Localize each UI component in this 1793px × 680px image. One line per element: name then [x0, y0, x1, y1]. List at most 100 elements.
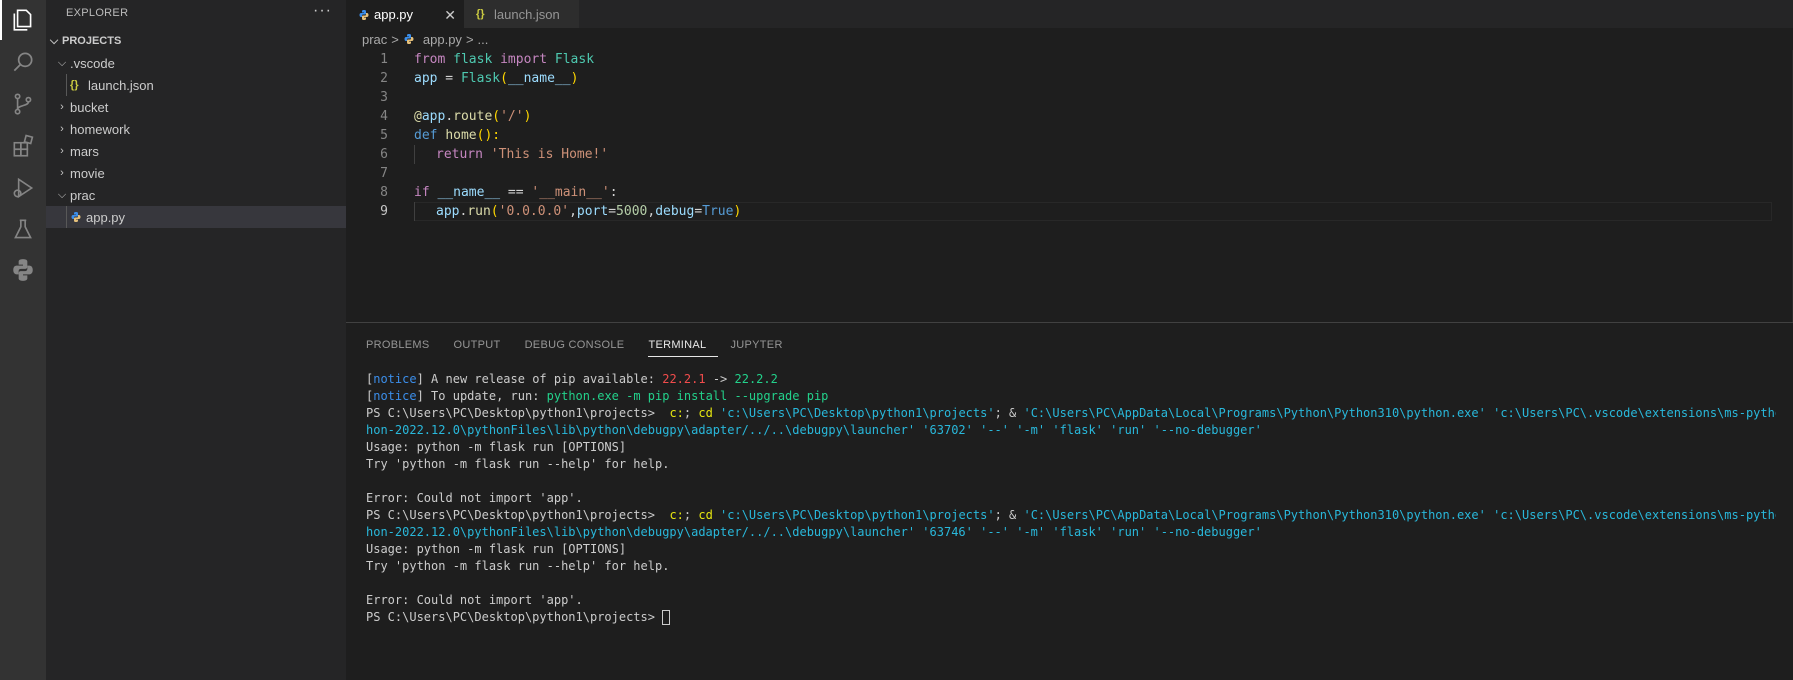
tab-launch-json[interactable]: {} launch.json	[464, 0, 579, 28]
tab-app-py[interactable]: app.py ✕	[346, 0, 464, 28]
line-number: 7	[380, 166, 388, 181]
tab-terminal[interactable]: TERMINAL	[648, 333, 719, 357]
tree-label: movie	[70, 165, 105, 181]
close-icon[interactable]: ✕	[444, 7, 456, 24]
indent-guide	[414, 202, 415, 221]
panel-tabs: PROBLEMS OUTPUT DEBUG CONSOLE TERMINAL J…	[366, 333, 807, 357]
extensions-icon[interactable]	[0, 126, 46, 166]
code-editor[interactable]: 1 from flask import Flask 2 app = Flask(…	[346, 50, 1793, 322]
code-text: @app.route('/')	[414, 109, 532, 124]
python-file-icon	[358, 9, 374, 21]
code-text: return 'This is Home!'	[436, 147, 609, 162]
indent-guide	[66, 206, 67, 228]
terminal-line: hon-2022.12.0\pythonFiles\lib\python\deb…	[366, 423, 1262, 437]
section-projects[interactable]: ⌵ PROJECTS	[46, 30, 346, 52]
line-number: 5	[380, 128, 388, 143]
source-control-icon[interactable]	[0, 84, 46, 124]
tree-folder-bucket[interactable]: › bucket	[46, 96, 346, 118]
terminal-line: hon-2022.12.0\pythonFiles\lib\python\deb…	[366, 525, 1262, 539]
tab-debug-console[interactable]: DEBUG CONSOLE	[525, 333, 637, 357]
breadcrumb: prac > app.py > ...	[346, 28, 488, 50]
line-number: 1	[380, 52, 388, 67]
explorer-icon[interactable]	[0, 0, 46, 40]
breadcrumb-folder[interactable]: prac	[362, 32, 387, 47]
tree-folder-mars[interactable]: › mars	[46, 140, 346, 162]
tab-jupyter[interactable]: JUPYTER	[730, 333, 794, 357]
tree-file-app-py[interactable]: app.py	[46, 206, 346, 228]
tree-folder-homework[interactable]: › homework	[46, 118, 346, 140]
indent-guide	[66, 74, 67, 96]
breadcrumb-separator: >	[391, 31, 399, 47]
chevron-right-icon: ›	[60, 167, 64, 179]
code-line-current: 9 app.run('0.0.0.0',port=5000,debug=True…	[346, 202, 1793, 221]
tree-label: prac	[70, 187, 96, 203]
tree-label: .vscode	[70, 55, 115, 71]
terminal-line: [notice] A new release of pip available:…	[366, 372, 778, 386]
section-label: PROJECTS	[62, 35, 122, 47]
tree-folder-movie[interactable]: › movie	[46, 162, 346, 184]
code-text: from flask import Flask	[414, 52, 595, 67]
tab-problems[interactable]: PROBLEMS	[366, 333, 442, 357]
terminal-line: PS C:\Users\PC\Desktop\python1\projects>…	[366, 406, 1776, 420]
terminal-line: [notice] To update, run: python.exe -m p…	[366, 389, 829, 403]
chevron-right-icon: ›	[60, 145, 64, 157]
code-line: 2 app = Flask(__name__)	[346, 69, 1793, 88]
terminal-cursor[interactable]	[662, 610, 671, 625]
python-icon[interactable]	[0, 250, 46, 290]
chevron-right-icon: ›	[60, 123, 64, 135]
indent-guide	[414, 145, 415, 164]
terminal-prompt: PS C:\Users\PC\Desktop\python1\projects>	[366, 610, 663, 624]
tab-label: launch.json	[494, 6, 560, 22]
tree-file-launch-json[interactable]: {} launch.json	[46, 74, 346, 96]
code-text: app = Flask(__name__)	[414, 71, 579, 86]
testing-flask-icon[interactable]	[0, 210, 46, 250]
explorer-sidebar: EXPLORER ··· ⌵ PROJECTS ⌵ .vscode {} lau…	[46, 0, 346, 680]
tree-label: launch.json	[88, 77, 154, 93]
code-text: if __name__ == '__main__':	[414, 185, 618, 200]
bottom-panel: PROBLEMS OUTPUT DEBUG CONSOLE TERMINAL J…	[346, 322, 1793, 680]
code-text: app.run('0.0.0.0',port=5000,debug=True)	[436, 204, 742, 219]
tab-output[interactable]: OUTPUT	[454, 333, 513, 357]
explorer-title: EXPLORER ···	[46, 0, 346, 26]
chevron-right-icon: ›	[60, 101, 64, 113]
tree-folder-vscode[interactable]: ⌵ .vscode	[46, 52, 346, 74]
search-icon[interactable]	[0, 42, 46, 82]
tab-label: app.py	[374, 7, 414, 22]
run-debug-icon[interactable]	[0, 168, 46, 208]
tree-label: homework	[70, 121, 130, 137]
line-number: 3	[380, 90, 388, 105]
chevron-down-icon: ⌵	[49, 34, 59, 47]
chevron-down-icon: ⌵	[57, 188, 67, 201]
terminal-prompt-line: PS C:\Users\PC\Desktop\python1\projects>	[366, 609, 1776, 626]
code-text: def home():	[414, 128, 501, 143]
json-file-icon: {}	[476, 8, 485, 20]
tree-label: bucket	[70, 99, 109, 115]
code-line: 3	[346, 88, 1793, 107]
terminal-output[interactable]: [notice] A new release of pip available:…	[366, 371, 1776, 626]
code-line: 8 if __name__ == '__main__':	[346, 183, 1793, 202]
terminal-line: Try 'python -m flask run --help' for hel…	[366, 559, 670, 573]
terminal-line: Try 'python -m flask run --help' for hel…	[366, 457, 670, 471]
activity-bar	[0, 0, 46, 680]
tree-label: mars	[70, 143, 99, 159]
terminal-line: Usage: python -m flask run [OPTIONS]	[366, 440, 627, 454]
breadcrumb-file[interactable]: app.py	[423, 32, 462, 47]
line-number: 4	[380, 109, 388, 124]
terminal-line: PS C:\Users\PC\Desktop\python1\projects>…	[366, 508, 1776, 522]
tree-folder-prac[interactable]: ⌵ prac	[46, 184, 346, 206]
breadcrumb-symbol[interactable]: ...	[478, 32, 489, 47]
code-line: 1 from flask import Flask	[346, 50, 1793, 69]
python-file-icon	[70, 211, 86, 223]
line-number: 2	[380, 71, 388, 86]
line-number: 9	[380, 204, 388, 219]
code-line: 7	[346, 164, 1793, 183]
tree-label: app.py	[86, 209, 126, 225]
terminal-line: Usage: python -m flask run [OPTIONS]	[366, 542, 627, 556]
code-line: 6 return 'This is Home!'	[346, 145, 1793, 164]
code-line: 4 @app.route('/')	[346, 107, 1793, 126]
json-file-icon: {}	[70, 79, 79, 91]
more-actions-icon[interactable]: ···	[313, 2, 332, 20]
code-line: 5 def home():	[346, 126, 1793, 145]
